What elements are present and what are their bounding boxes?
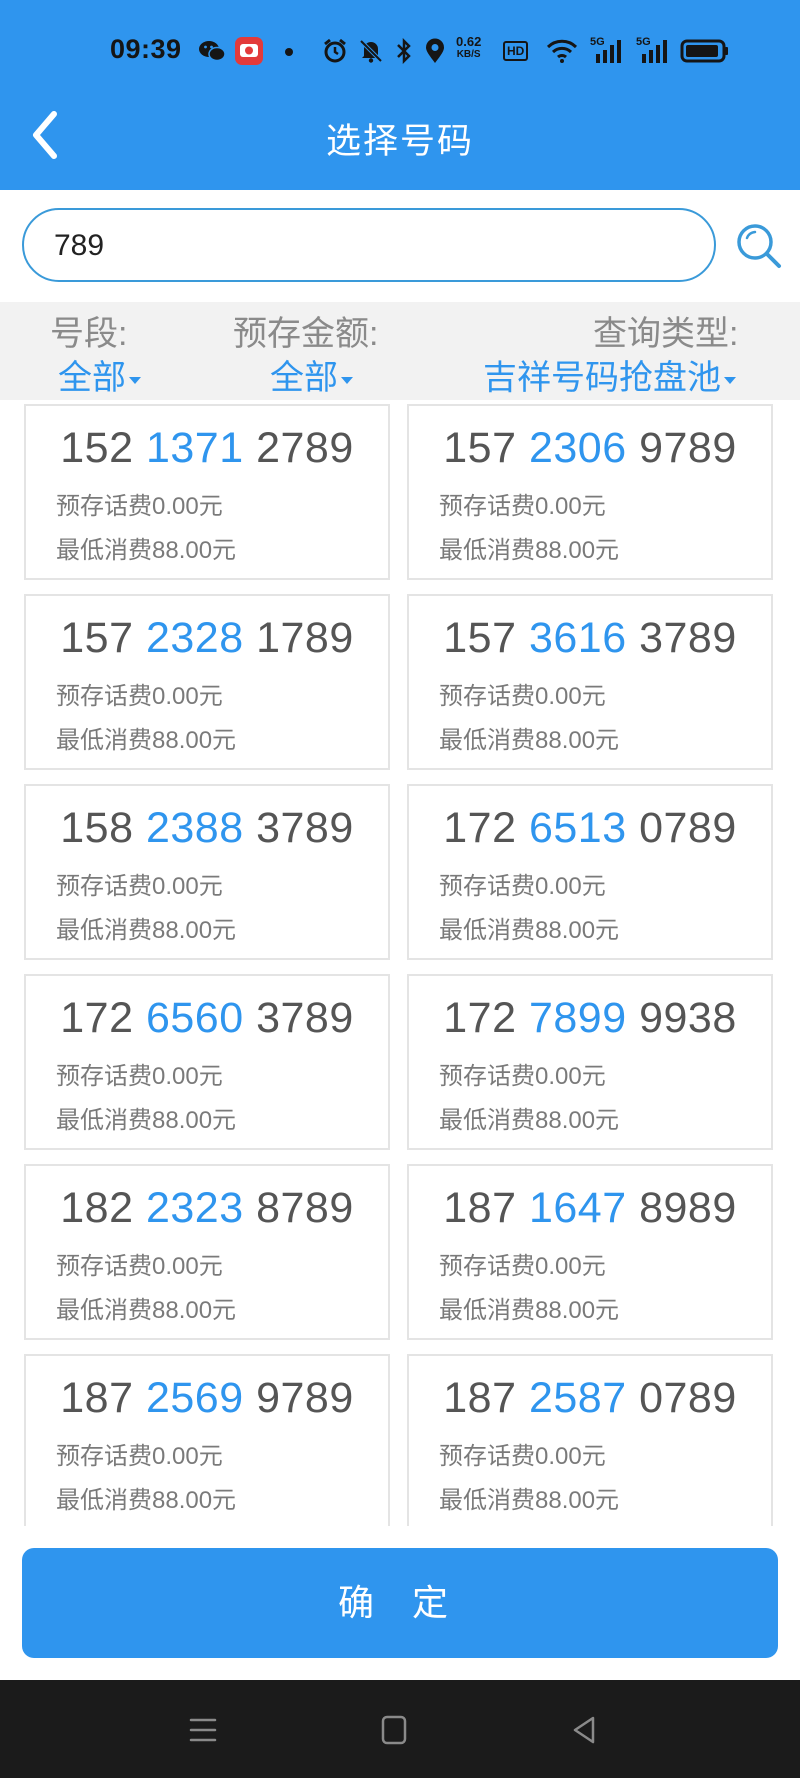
prestore-text: 预存话费0.00元 [56,683,223,710]
phone-number: 157 3616 3789 [443,614,737,662]
status-bar: 09:39 0.62 KB/S HD 5G 5G [0,26,800,76]
phone-number: 187 2587 0789 [443,1374,737,1422]
min-consume-text: 最低消费88.00元 [56,1487,237,1514]
filter-prestore[interactable]: 预存金额: 全部 [200,302,430,400]
number-card[interactable]: 172 7899 9938 预存话费0.00元 最低消费88.00元 [407,974,773,1150]
min-consume-text: 最低消费88.00元 [439,1487,620,1514]
min-consume-text: 最低消费88.00元 [56,537,237,564]
number-card[interactable]: 152 1371 2789 预存话费0.00元 最低消费88.00元 [24,404,390,580]
prestore-text: 预存话费0.00元 [439,1253,606,1280]
phone-number: 158 2388 3789 [60,804,354,852]
phone-number: 157 2328 1789 [60,614,354,662]
filter-query-type[interactable]: 查询类型: 吉祥号码抢盘池 [430,302,800,400]
filter-value: 全部 [270,350,353,399]
filter-segment[interactable]: 号段: 全部 [0,302,200,400]
status-time: 09:39 [110,34,182,64]
net-speed: 0.62 KB/S [456,34,482,60]
signal-icon [642,40,667,63]
phone-number: 182 2323 8789 [60,1184,354,1232]
phone-number: 152 1371 2789 [60,424,354,472]
number-card[interactable]: 157 2328 1789 预存话费0.00元 最低消费88.00元 [24,594,390,770]
number-card[interactable]: 187 2587 0789 预存话费0.00元 最低消费88.00元 [407,1354,773,1526]
mute-icon [359,39,383,63]
prestore-text: 预存话费0.00元 [56,1063,223,1090]
number-card[interactable]: 182 2323 8789 预存话费0.00元 最低消费88.00元 [24,1164,390,1340]
bluetooth-icon [397,38,411,64]
phone-number: 187 2569 9789 [60,1374,354,1422]
number-card[interactable]: 187 2569 9789 预存话费0.00元 最低消费88.00元 [24,1354,390,1526]
phone-number: 187 1647 8989 [443,1184,737,1232]
filter-bar: 号段: 全部 预存金额: 全部 查询类型: 吉祥号码抢盘池 [0,302,800,400]
prestore-text: 预存话费0.00元 [56,1253,223,1280]
search-button[interactable] [733,220,783,270]
home-icon[interactable] [374,1712,414,1748]
prestore-text: 预存话费0.00元 [439,873,606,900]
search-field[interactable] [22,208,716,282]
alarm-icon [324,38,346,63]
filter-label: 号段: [50,315,128,353]
search-icon [737,224,781,268]
number-card[interactable]: 172 6560 3789 预存话费0.00元 最低消费88.00元 [24,974,390,1150]
min-consume-text: 最低消费88.00元 [439,727,620,754]
wechat-icon [199,41,226,62]
number-card[interactable]: 158 2388 3789 预存话费0.00元 最低消费88.00元 [24,784,390,960]
wifi-icon [546,39,578,63]
search-input[interactable] [54,222,684,270]
phone-number: 172 7899 9938 [443,994,737,1042]
min-consume-text: 最低消费88.00元 [56,917,237,944]
location-icon [426,38,444,63]
prestore-text: 预存话费0.00元 [56,493,223,520]
filter-value: 全部 [58,350,141,399]
prestore-text: 预存话费0.00元 [439,493,606,520]
number-grid: 152 1371 2789 预存话费0.00元 最低消费88.00元 157 2… [0,400,800,1526]
phone-number: 157 2306 9789 [443,424,737,472]
hd-badge: HD [503,41,529,61]
prestore-text: 预存话费0.00元 [56,873,223,900]
min-consume-text: 最低消费88.00元 [56,727,237,754]
number-card[interactable]: 172 6513 0789 预存话费0.00元 最低消费88.00元 [407,784,773,960]
prestore-text: 预存话费0.00元 [439,1443,606,1470]
filter-value: 吉祥号码抢盘池 [483,350,736,399]
battery-icon [680,39,728,63]
prestore-text: 预存话费0.00元 [439,683,606,710]
filter-label: 预存金额: [233,315,379,353]
signal-icon [596,40,621,63]
min-consume-text: 最低消费88.00元 [56,1107,237,1134]
caret-down-icon [724,376,736,384]
min-consume-text: 最低消费88.00元 [439,1297,620,1324]
prestore-text: 预存话费0.00元 [56,1443,223,1470]
min-consume-text: 最低消费88.00元 [56,1297,237,1324]
number-card[interactable]: 157 2306 9789 预存话费0.00元 最低消费88.00元 [407,404,773,580]
caret-down-icon [129,376,141,384]
app-icon [235,37,263,65]
dot-icon [285,48,293,56]
number-card[interactable]: 187 1647 8989 预存话费0.00元 最低消费88.00元 [407,1164,773,1340]
phone-number: 172 6560 3789 [60,994,354,1042]
min-consume-text: 最低消费88.00元 [439,917,620,944]
app-header: 09:39 0.62 KB/S HD 5G 5G 选择号码 [0,0,800,190]
filter-label: 查询类型: [593,315,739,353]
caret-down-icon [341,376,353,384]
back-icon[interactable] [565,1712,605,1748]
prestore-text: 预存话费0.00元 [439,1063,606,1090]
number-card[interactable]: 157 3616 3789 预存话费0.00元 最低消费88.00元 [407,594,773,770]
page-title: 选择号码 [325,122,474,161]
min-consume-text: 最低消费88.00元 [439,1107,620,1134]
confirm-button[interactable]: 确 定 [22,1548,778,1658]
menu-icon[interactable] [183,1712,223,1748]
system-nav-bar [0,1680,800,1778]
min-consume-text: 最低消费88.00元 [439,537,620,564]
phone-number: 172 6513 0789 [443,804,737,852]
